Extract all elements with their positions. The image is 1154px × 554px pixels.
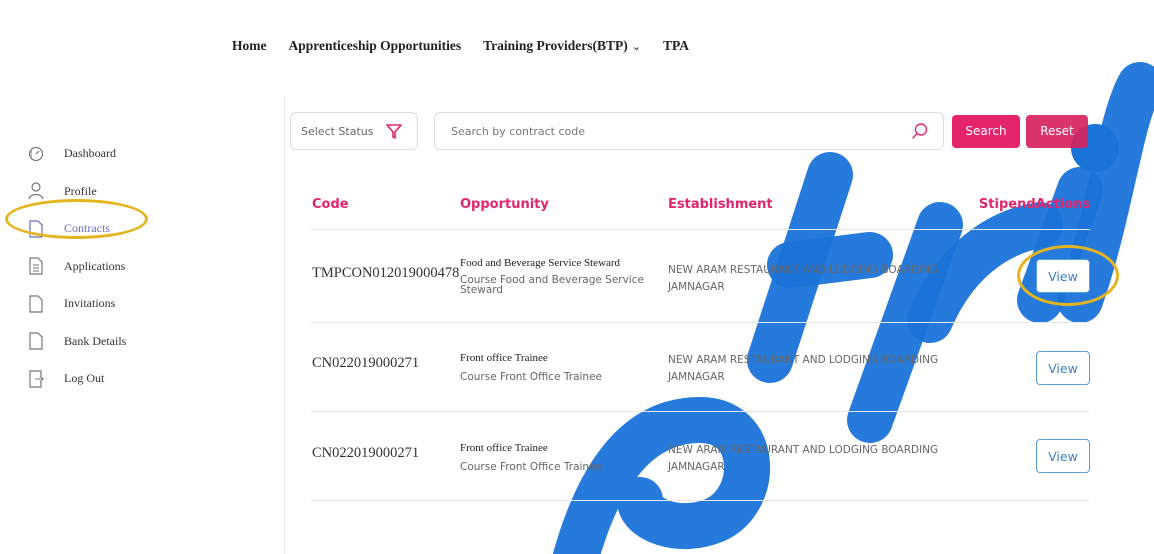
sidebar-item-label: Dashboard [64,146,116,161]
nav-training-providers[interactable]: Training Providers(BTP) ⌄ [483,38,641,54]
sidebar-item-label: Applications [64,258,126,273]
sidebar-item-contracts[interactable]: Contracts [28,210,268,248]
column-header-establishment: Establishment [668,197,773,212]
table-row: CN022019000271 Front office Trainee Cour… [310,322,1090,411]
search-icon[interactable] [911,122,929,140]
sidebar-item-logout[interactable]: Log Out [28,360,268,398]
opportunity-course: Course Food and Beverage Service Steward [460,274,644,296]
view-button[interactable]: View [1036,351,1090,385]
logout-icon [28,370,44,388]
sidebar-item-label: Profile [64,183,97,198]
document-lines-icon [28,257,44,275]
contract-code: TMPCON012019000478 [312,265,460,281]
column-header-stipend-actions: StipendActions [978,197,1090,212]
sidebar-item-label: Log Out [64,371,105,386]
nav-training-providers-label: Training Providers(BTP) [483,38,628,53]
sidebar-item-profile[interactable]: Profile [28,173,268,211]
sidebar-divider [284,96,285,554]
opportunity-title: Front office Trainee [460,352,548,364]
opportunity-title: Front office Trainee [460,442,548,454]
sidebar-item-label: Bank Details [64,333,127,348]
view-button[interactable]: View [1036,259,1090,293]
establishment-name: NEW ARAM RESTAURANT AND LODGING BOARDING… [668,354,939,383]
document-icon [28,332,44,350]
table-row: TMPCON012019000478 Food and Beverage Ser… [310,229,1090,318]
document-icon [28,295,44,313]
filter-icon [386,124,403,139]
document-icon [28,220,44,238]
sidebar-item-bank-details[interactable]: Bank Details [28,323,268,361]
opportunity-title: Food and Beverage Service Steward [460,257,621,269]
establishment-name: NEW ARAM RESTAURANT AND LODGING BOARDING… [668,264,939,293]
nav-apprenticeship-opportunities[interactable]: Apprenticeship Opportunities [289,38,462,54]
reset-button[interactable]: Reset [1026,114,1088,148]
column-header-opportunity: Opportunity [460,197,549,212]
column-header-code: Code [312,197,349,212]
top-nav: Home Apprenticeship Opportunities Traini… [232,38,689,54]
sidebar-item-invitations[interactable]: Invitations [28,285,268,323]
filter-toolbar: Select Status Search Reset [290,112,1088,150]
sidebar: Dashboard Profile Contracts Applications… [28,135,268,398]
sidebar-item-label: Contracts [64,221,110,236]
table-row: CN022019000271 Front office Trainee Cour… [310,411,1090,501]
user-icon [28,182,44,200]
sidebar-item-applications[interactable]: Applications [28,248,268,286]
status-select[interactable]: Select Status [290,112,418,150]
table-header: Code Opportunity Establishment StipendAc… [310,197,1090,217]
status-select-label: Select Status [301,124,374,138]
sidebar-item-label: Invitations [64,296,116,311]
search-button[interactable]: Search [952,114,1020,148]
nav-tpa[interactable]: TPA [663,38,689,54]
establishment-name: NEW ARAM RESTAURANT AND LODGING BOARDING… [668,444,939,473]
contract-code: CN022019000271 [312,355,420,371]
search-box [434,112,944,150]
search-input[interactable] [449,123,911,139]
nav-home[interactable]: Home [232,38,267,54]
view-button[interactable]: View [1036,439,1090,473]
contract-code: CN022019000271 [312,445,420,461]
sidebar-item-dashboard[interactable]: Dashboard [28,135,268,173]
opportunity-course: Course Front Office Trainee [460,461,602,473]
dashboard-icon [28,145,44,163]
opportunity-course: Course Front Office Trainee [460,371,602,383]
chevron-down-icon: ⌄ [631,41,641,53]
